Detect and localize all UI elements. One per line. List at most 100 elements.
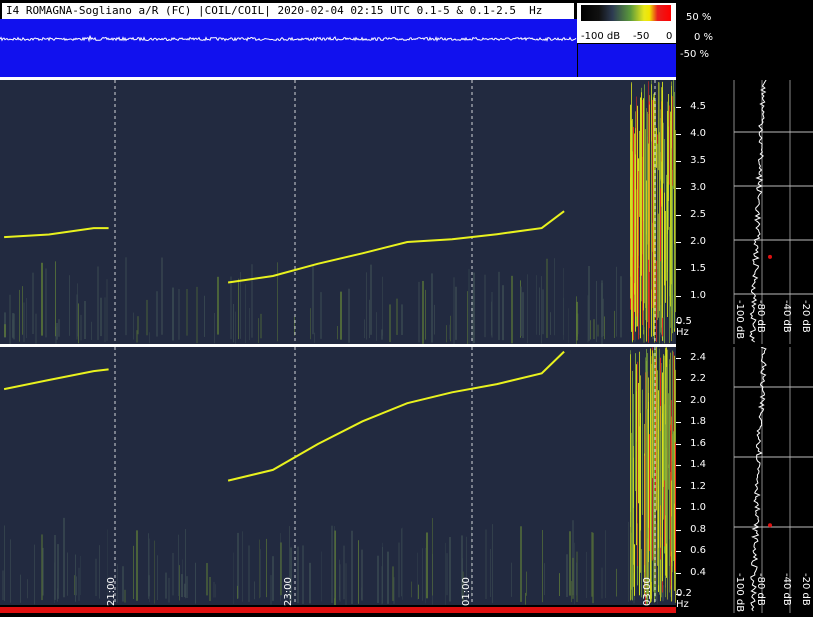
freq-tick-label: 4.5 [690, 100, 706, 112]
spec-lower-noise-streak [2, 570, 4, 600]
spec-lower-noise-streak [213, 581, 215, 598]
spec-upper-noise-streak [389, 304, 391, 342]
spec-lower-noise-streak [34, 544, 35, 605]
spec-lower-noise-streak [559, 573, 560, 597]
spec-lower-noise-streak [339, 586, 340, 598]
spec-lower-burst-streak [644, 423, 645, 573]
spec-upper-noise-streak [23, 302, 25, 342]
spec-lower-burst-streak [665, 424, 666, 516]
spec-upper-noise-streak [620, 276, 622, 338]
spec-upper-noise-streak [550, 312, 551, 335]
spec-lower-noise-streak [95, 558, 97, 597]
spec-lower-noise-streak [566, 554, 568, 597]
spec-lower-noise-streak [27, 579, 28, 599]
colorbar-max-label: 0 [666, 31, 673, 42]
spec-upper-burst-streak [665, 210, 666, 303]
spec-upper-noise-streak [498, 271, 500, 340]
spec-upper-noise-streak [431, 273, 433, 343]
freq-tick-label: 2.0 [690, 235, 706, 247]
spec-upper-noise-streak [563, 268, 564, 340]
spec-upper-noise-streak [554, 258, 555, 336]
spec-upper-noise-streak [604, 316, 605, 340]
spec-lower-burst-streak [655, 491, 656, 597]
spec-upper-noise-streak [527, 274, 528, 344]
spec-lower-noise-streak [20, 574, 21, 603]
spec-lower-noise-streak [280, 542, 282, 596]
spec-lower-burst-streak [639, 351, 640, 596]
spec-upper-noise-streak [366, 272, 367, 340]
spec-upper-noise-streak [69, 275, 70, 336]
spec-upper-noise-streak [446, 325, 447, 343]
freq-tick-label: 1.2 [690, 480, 706, 492]
colorbar-gradient [581, 5, 671, 21]
spectrogram-upper [0, 80, 676, 344]
spec-lower-burst-streak [647, 353, 648, 604]
spec-upper-burst-streak [648, 143, 649, 260]
spec-upper-noise-streak [251, 264, 253, 338]
spec-upper-noise-streak [310, 308, 311, 340]
spec-upper-burst-streak [659, 132, 660, 311]
freq-tick-label: 0.6 [690, 545, 706, 557]
spec-lower-noise-streak [334, 526, 335, 599]
spec-lower-burst-streak [650, 414, 651, 440]
spec-upper-burst-streak [653, 97, 654, 336]
spec-upper-noise-streak [602, 298, 604, 337]
spec-lower-noise-streak [165, 572, 167, 599]
spec-upper-burst-streak [658, 213, 659, 318]
spec-lower-burst-streak [632, 370, 633, 601]
spec-lower-noise-streak [345, 563, 347, 605]
freq-tick-label: 2.5 [690, 208, 706, 220]
spec-upper-burst-streak [636, 96, 637, 317]
spec-upper-burst-streak [657, 143, 658, 321]
time-label-0100: 01:00 [461, 577, 472, 606]
spec-upper-burst-streak [649, 104, 650, 272]
freq-tick-mark [676, 214, 681, 216]
spec-lower-noise-streak [172, 552, 174, 596]
spec-upper-noise-streak [91, 321, 92, 340]
db-label-lower-20: -20 dB [800, 573, 811, 606]
spec-lower-noise-streak [10, 539, 11, 603]
spec-upper-burst-streak [642, 100, 643, 326]
freq-tick-label: 0.8 [690, 523, 706, 535]
pct-label-50: 50 % [686, 12, 712, 23]
spec-lower-burst-streak [661, 362, 662, 598]
pct-label-0: 0 % [694, 32, 714, 43]
spec-upper-noise-streak [673, 294, 674, 343]
time-label-2300: 23:00 [283, 577, 294, 606]
spec-upper-noise-streak [84, 300, 86, 340]
freq-tick-label: 1.4 [690, 459, 706, 471]
bottom-red-bar [0, 607, 676, 613]
freq-tick-mark [676, 133, 681, 135]
spec-lower-noise-streak [449, 537, 451, 602]
spec-lower-burst-streak [659, 348, 660, 595]
freq-tick-mark [676, 443, 681, 445]
spec-lower-noise-streak [569, 531, 571, 596]
spec-upper-burst-streak [674, 107, 675, 244]
spec-upper-burst-streak [646, 180, 647, 342]
spec-upper-burst-streak [631, 82, 632, 326]
spec-upper-noise-streak [491, 291, 493, 338]
spec-lower-burst-streak [669, 437, 670, 593]
spec-lower-burst-streak [671, 400, 672, 481]
freq-tick-label: 1.6 [690, 437, 706, 449]
spec-upper-noise-streak [32, 272, 34, 334]
spec-upper-burst-streak [656, 260, 657, 342]
waveform-trace [0, 35, 577, 43]
spec-upper-burst-streak [673, 80, 674, 189]
spec-lower-noise-streak [80, 555, 81, 596]
freq-axis-lower: 2.4 2.2 2.0 1.8 1.6 1.4 1.2 1.0 0.8 0.6 0.4 0.2 Hz [676, 347, 710, 613]
spec-upper-noise-streak [56, 322, 58, 340]
spec-upper-burst-streak [660, 188, 661, 262]
spec-lower-burst-streak [671, 516, 672, 552]
spec-lower-noise-streak [426, 532, 428, 599]
spec-lower-burst-streak [674, 355, 675, 574]
spec-lower-burst-streak [670, 424, 671, 590]
spec-upper-burst-streak [661, 204, 662, 335]
spec-lower-noise-streak [302, 545, 304, 604]
spec-upper-noise-streak [593, 319, 595, 340]
freq-tick-label: 1.5 [690, 262, 706, 274]
spec-upper-noise-streak [425, 289, 426, 340]
spec-upper-burst-streak [639, 130, 640, 217]
spec-lower-noise-streak [377, 555, 379, 604]
spec-lower-noise-streak [248, 545, 250, 602]
